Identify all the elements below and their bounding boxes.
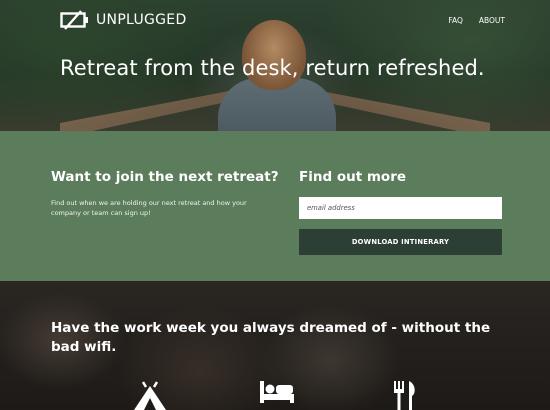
nav-link-faq[interactable]: FAQ	[448, 16, 463, 25]
brand-logo[interactable]: UNPLUGGED	[60, 10, 187, 30]
join-heading: Want to join the next retreat?	[51, 169, 279, 185]
brand-name: UNPLUGGED	[96, 12, 187, 28]
bed-icon	[259, 380, 295, 410]
battery-slash-icon	[60, 10, 90, 30]
campsite-icon	[132, 380, 168, 410]
signup-band: Want to join the next retreat? Find out …	[0, 131, 550, 281]
features-heading: Have the work week you always dreamed of…	[51, 320, 491, 355]
hero-title: Retreat from the desk, return refreshed.	[60, 56, 485, 80]
top-nav: UNPLUGGED FAQ ABOUT	[60, 10, 505, 32]
hero-section: UNPLUGGED FAQ ABOUT Retreat from the des…	[0, 0, 550, 131]
join-description: Find out when we are holding our next re…	[51, 199, 247, 217]
download-itinerary-button[interactable]: DOWNLOAD INTINERARY	[299, 229, 502, 255]
features-section: Have the work week you always dreamed of…	[0, 281, 550, 410]
nav-links: FAQ ABOUT	[448, 16, 505, 25]
nav-link-about[interactable]: ABOUT	[479, 16, 505, 25]
utensils-icon	[392, 380, 418, 410]
find-out-more-heading: Find out more	[299, 169, 407, 185]
email-input[interactable]	[299, 197, 502, 219]
